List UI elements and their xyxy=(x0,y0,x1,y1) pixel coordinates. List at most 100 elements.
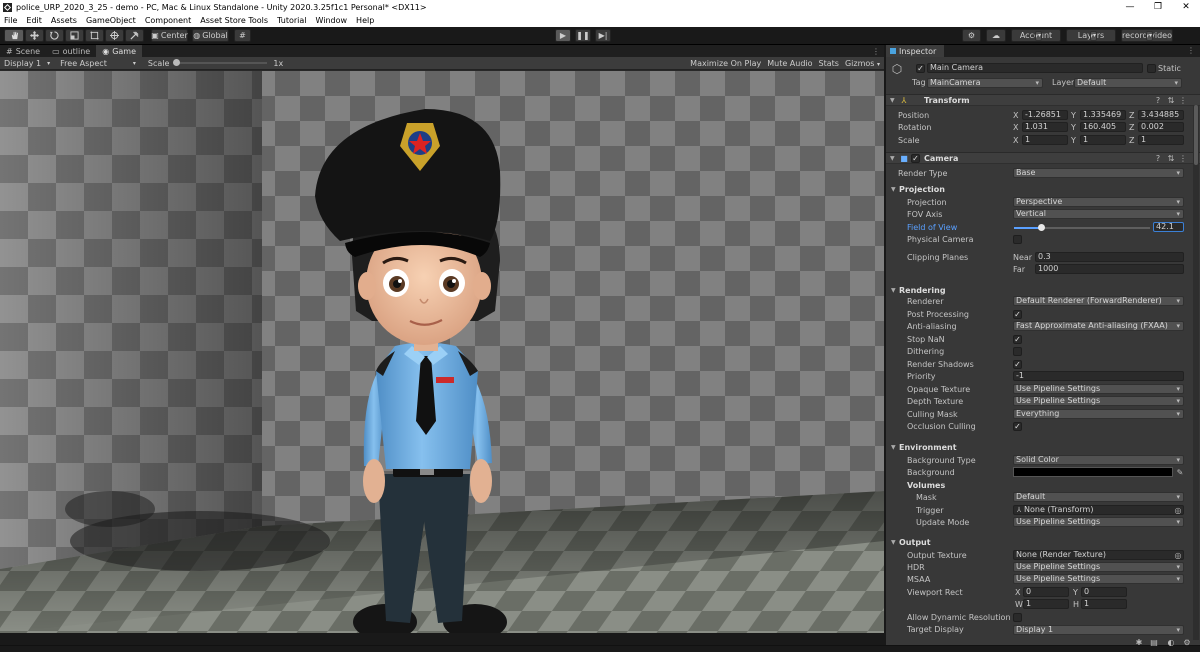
far-field[interactable]: 1000 xyxy=(1035,264,1184,274)
rotate-tool-icon[interactable] xyxy=(45,29,64,42)
layers-dropdown[interactable]: Layers▾ xyxy=(1066,29,1116,42)
volume-mask-dropdown[interactable]: Default xyxy=(1013,492,1184,502)
scrollbar-thumb[interactable] xyxy=(1194,105,1198,165)
viewport-y-field[interactable]: 0 xyxy=(1081,587,1127,597)
help-icon[interactable]: ? xyxy=(1153,95,1163,105)
scale-slider-handle[interactable] xyxy=(173,59,181,66)
tag-dropdown[interactable]: MainCamera xyxy=(927,78,1043,88)
tab-outline[interactable]: ▭ outline xyxy=(46,45,96,57)
layer-dropdown[interactable]: Default xyxy=(1074,78,1182,88)
kebab-menu-icon[interactable]: ⋮ xyxy=(1178,95,1188,105)
minimize-icon[interactable]: — xyxy=(1116,2,1144,12)
msaa-dropdown[interactable]: Use Pipeline Settings xyxy=(1013,574,1184,584)
maximize-on-play-toggle[interactable]: Maximize On Play xyxy=(690,59,761,68)
grid-snap-icon[interactable]: # xyxy=(234,29,251,42)
background-type-dropdown[interactable]: Solid Color xyxy=(1013,455,1184,465)
layout-dropdown[interactable]: record video ▾ xyxy=(1121,29,1173,42)
viewport-h-field[interactable]: 1 xyxy=(1081,599,1127,609)
menu-edit[interactable]: Edit xyxy=(26,16,42,25)
menu-assets[interactable]: Assets xyxy=(51,16,77,25)
output-header[interactable]: Output xyxy=(899,538,931,548)
scale-tool-icon[interactable] xyxy=(65,29,84,42)
near-field[interactable]: 0.3 xyxy=(1035,252,1184,262)
foldout-arrow-icon[interactable]: ▼ xyxy=(891,186,896,193)
foldout-arrow-icon[interactable]: ▼ xyxy=(891,444,896,451)
bug-icon[interactable]: ✱ xyxy=(1134,637,1144,647)
transform-tool-icon[interactable] xyxy=(105,29,124,42)
move-tool-icon[interactable] xyxy=(25,29,44,42)
kebab-menu-icon[interactable]: ⋮ xyxy=(1187,46,1195,55)
cache-icon[interactable]: ▤ xyxy=(1149,637,1159,647)
pause-icon[interactable]: ❚❚ xyxy=(575,29,591,42)
foldout-arrow-icon[interactable]: ▼ xyxy=(891,539,896,546)
pivot-global-button[interactable]: ◍ Global xyxy=(192,29,229,42)
kebab-menu-icon[interactable]: ⋮ xyxy=(872,45,884,57)
environment-header[interactable]: Environment xyxy=(899,443,957,453)
rotation-x-field[interactable]: 1.031 xyxy=(1022,122,1068,132)
position-y-field[interactable]: 1.335469 xyxy=(1080,110,1126,120)
menu-tutorial[interactable]: Tutorial xyxy=(277,16,306,25)
viewport-x-field[interactable]: 0 xyxy=(1023,587,1069,597)
custom-tool-icon[interactable] xyxy=(125,29,144,42)
tab-scene[interactable]: # Scene xyxy=(0,45,46,57)
stats-toggle[interactable]: Stats xyxy=(819,59,839,68)
scale-x-field[interactable]: 1 xyxy=(1022,135,1068,145)
foldout-arrow-icon[interactable]: ▼ xyxy=(891,287,896,294)
render-shadows-checkbox[interactable]: ✓ xyxy=(1013,359,1022,369)
close-icon[interactable]: ✕ xyxy=(1172,2,1200,12)
physical-camera-checkbox[interactable] xyxy=(1013,235,1022,244)
output-texture-field[interactable]: None (Render Texture) xyxy=(1013,550,1184,560)
collab-icon[interactable]: ⚙ xyxy=(962,29,981,42)
position-x-field[interactable]: -1.26851 xyxy=(1022,110,1068,120)
object-picker-icon[interactable]: ◎ xyxy=(1173,505,1183,515)
projection-header[interactable]: Projection xyxy=(899,185,945,195)
eyedropper-icon[interactable]: ✎ xyxy=(1175,467,1185,477)
menu-help[interactable]: Help xyxy=(356,16,374,25)
scale-z-field[interactable]: 1 xyxy=(1138,135,1184,145)
menu-file[interactable]: File xyxy=(4,16,17,25)
mute-audio-toggle[interactable]: Mute Audio xyxy=(767,59,812,68)
pivot-center-button[interactable]: ▣ Center xyxy=(151,29,188,42)
priority-field[interactable]: -1 xyxy=(1013,371,1184,381)
kebab-menu-icon[interactable]: ⋮ xyxy=(1178,153,1188,163)
gizmos-dropdown[interactable]: Gizmos ▾ xyxy=(845,59,880,68)
help-icon[interactable]: ? xyxy=(1153,153,1163,163)
scale-slider[interactable] xyxy=(173,59,268,66)
settings-icon[interactable]: ⚙ xyxy=(1182,637,1192,647)
restore-icon[interactable]: ❐ xyxy=(1144,2,1172,12)
rotation-y-field[interactable]: 160.405 xyxy=(1080,122,1126,132)
menu-gameobject[interactable]: GameObject xyxy=(86,16,136,25)
display-dropdown[interactable]: Display 1 ▾ xyxy=(4,59,50,68)
fov-field[interactable]: 42.1 xyxy=(1153,222,1184,232)
stop-nan-checkbox[interactable]: ✓ xyxy=(1013,334,1022,344)
menu-asset-store-tools[interactable]: Asset Store Tools xyxy=(200,16,268,25)
foldout-arrow-icon[interactable]: ▼ xyxy=(890,97,895,104)
fov-axis-dropdown[interactable]: Vertical xyxy=(1013,209,1184,219)
rendering-header[interactable]: Rendering xyxy=(899,286,946,296)
depth-texture-dropdown[interactable]: Use Pipeline Settings xyxy=(1013,396,1184,406)
fov-slider-handle[interactable] xyxy=(1038,224,1046,231)
foldout-arrow-icon[interactable]: ▼ xyxy=(890,155,895,162)
game-viewport[interactable] xyxy=(0,71,884,633)
opaque-texture-dropdown[interactable]: Use Pipeline Settings xyxy=(1013,383,1184,394)
renderer-dropdown[interactable]: Default Renderer (ForwardRenderer) xyxy=(1013,296,1184,306)
menu-window[interactable]: Window xyxy=(316,16,348,25)
account-dropdown[interactable]: Account▾ xyxy=(1011,29,1061,42)
static-checkbox[interactable] xyxy=(1147,64,1156,73)
object-picker-icon[interactable]: ◎ xyxy=(1173,550,1183,560)
aspect-dropdown[interactable]: Free Aspect ▾ xyxy=(60,59,136,68)
active-checkbox[interactable]: ✓ xyxy=(916,64,925,73)
target-display-dropdown[interactable]: Display 1 xyxy=(1013,625,1184,635)
hand-tool-icon[interactable] xyxy=(4,29,24,42)
occlusion-culling-checkbox[interactable]: ✓ xyxy=(1013,422,1022,431)
trigger-object-field[interactable]: None (Transform) xyxy=(1013,505,1184,515)
scale-y-field[interactable]: 1 xyxy=(1080,135,1126,145)
play-icon[interactable]: ▶ xyxy=(555,29,571,42)
culling-mask-dropdown[interactable]: Everything xyxy=(1013,408,1184,419)
post-processing-checkbox[interactable]: ✓ xyxy=(1013,309,1022,319)
tab-inspector[interactable]: Inspector xyxy=(886,45,945,57)
dynamic-resolution-checkbox[interactable] xyxy=(1013,613,1022,622)
rect-tool-icon[interactable] xyxy=(85,29,104,42)
update-mode-dropdown[interactable]: Use Pipeline Settings xyxy=(1013,517,1184,527)
hdr-dropdown[interactable]: Use Pipeline Settings xyxy=(1013,562,1184,572)
